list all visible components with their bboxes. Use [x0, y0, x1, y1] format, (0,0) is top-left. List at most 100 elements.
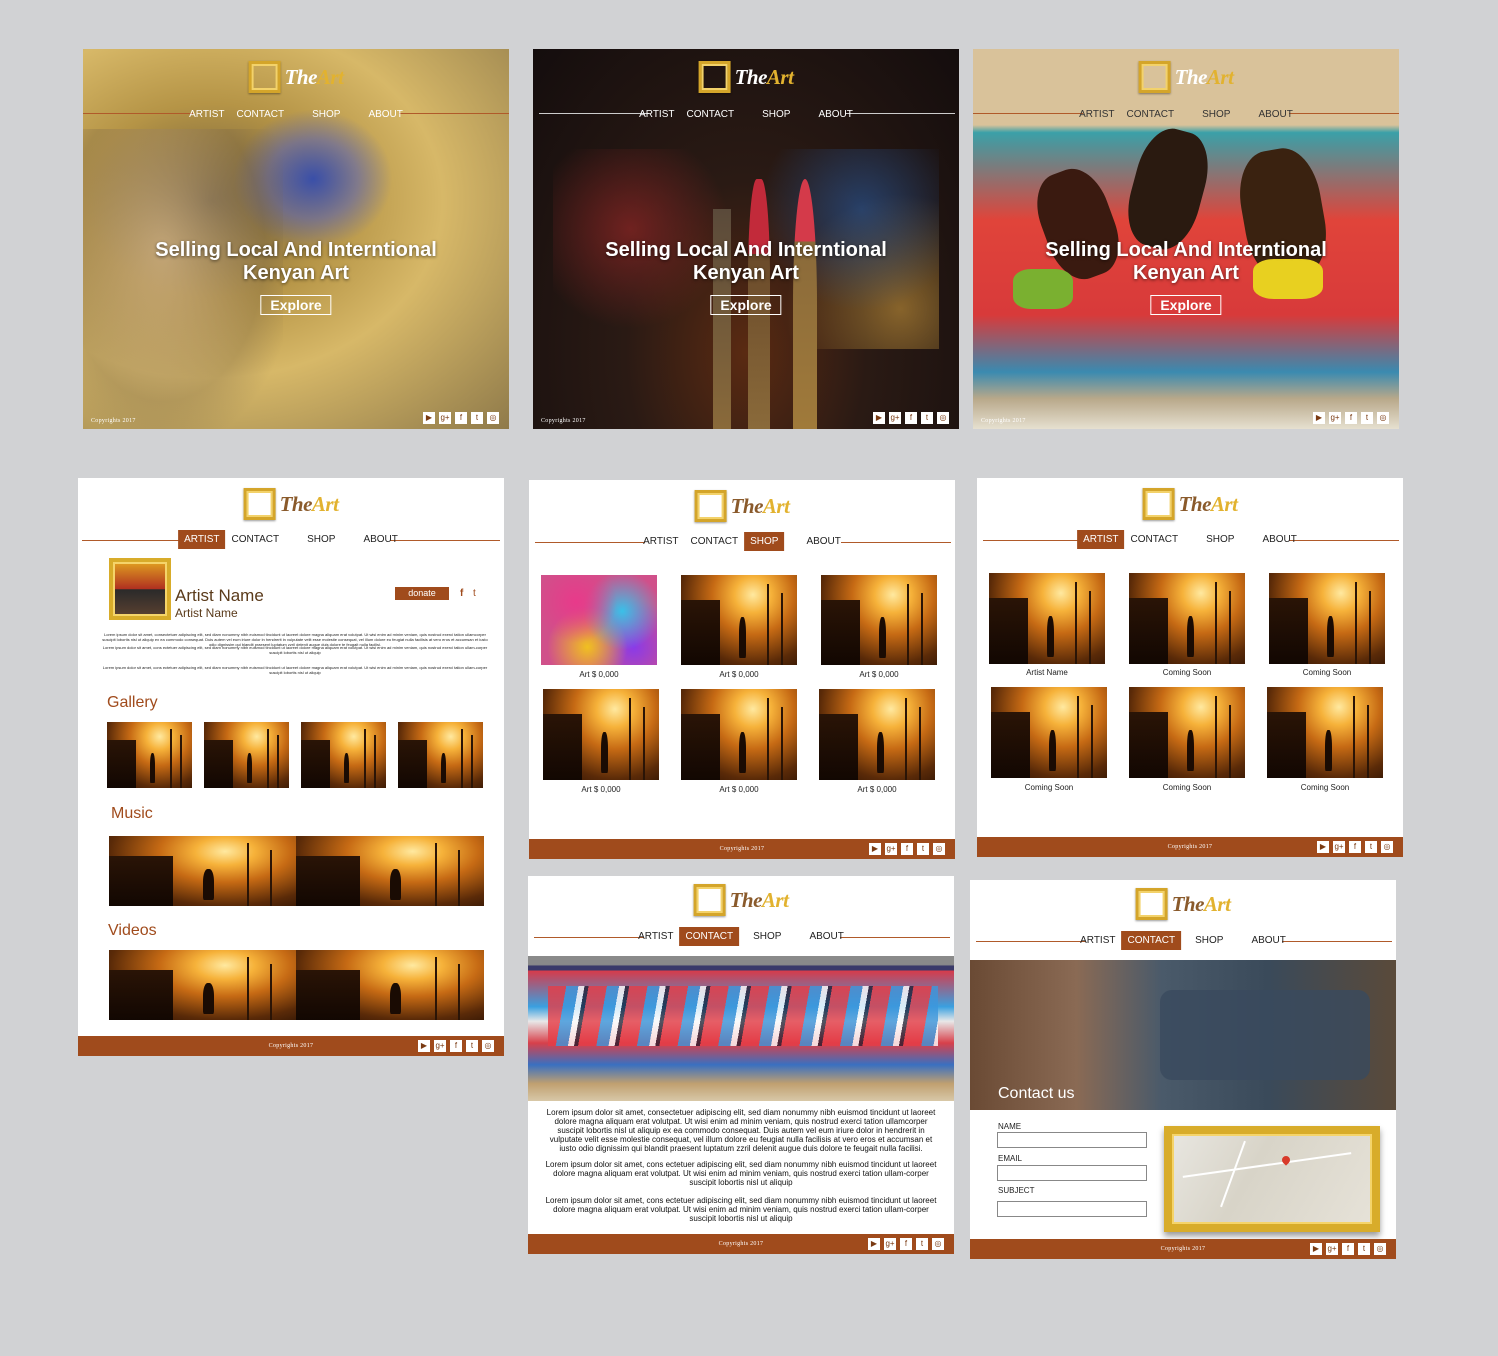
nav-artist[interactable]: ARTIST	[1077, 530, 1125, 549]
nav-about[interactable]: ABOUT	[1256, 530, 1302, 549]
google-plus-icon[interactable]: g+	[884, 1238, 896, 1250]
explore-button[interactable]: Explore	[260, 295, 332, 315]
youtube-icon[interactable]: ▶	[1317, 841, 1329, 853]
nav-contact[interactable]: CONTACT	[226, 530, 286, 549]
instagram-icon[interactable]: ◎	[1377, 412, 1389, 424]
product-image[interactable]	[681, 575, 797, 665]
twitter-icon[interactable]: t	[471, 412, 483, 424]
product-image[interactable]	[543, 689, 659, 780]
map-frame[interactable]	[1164, 1126, 1380, 1232]
gallery-image[interactable]	[398, 722, 483, 788]
logo[interactable]: TheArt	[693, 884, 789, 916]
twitter-icon[interactable]: t	[921, 412, 933, 424]
gallery-image[interactable]	[107, 722, 192, 788]
nav-about[interactable]: ABOUT	[812, 105, 858, 124]
logo[interactable]: TheArt	[694, 490, 790, 522]
name-field[interactable]	[997, 1132, 1147, 1148]
product-image-colorful[interactable]	[541, 575, 657, 665]
email-field[interactable]	[997, 1165, 1147, 1181]
artist-thumb[interactable]	[1129, 687, 1245, 778]
nav-about[interactable]: ABOUT	[362, 105, 408, 124]
music-item[interactable]	[296, 836, 484, 906]
nav-shop[interactable]: SHOP	[744, 532, 785, 551]
youtube-icon[interactable]: ▶	[1313, 412, 1325, 424]
gallery-image[interactable]	[301, 722, 386, 788]
google-plus-icon[interactable]: g+	[439, 412, 451, 424]
nav-contact[interactable]: CONTACT	[685, 532, 745, 551]
instagram-icon[interactable]: ◎	[1381, 841, 1393, 853]
google-plus-icon[interactable]: g+	[1333, 841, 1345, 853]
nav-artist[interactable]: ARTIST	[632, 927, 679, 946]
twitter-icon[interactable]: t	[1358, 1243, 1370, 1255]
explore-button[interactable]: Explore	[1150, 295, 1222, 315]
instagram-icon[interactable]: ◎	[482, 1040, 494, 1052]
facebook-icon[interactable]: f	[1349, 841, 1361, 853]
gallery-image[interactable]	[204, 722, 289, 788]
twitter-icon[interactable]: t	[1361, 412, 1373, 424]
nav-contact[interactable]: CONTACT	[679, 927, 740, 946]
logo[interactable]: TheArt	[243, 488, 339, 520]
instagram-icon[interactable]: ◎	[487, 412, 499, 424]
facebook-icon[interactable]: f	[455, 412, 467, 424]
nav-artist[interactable]: ARTIST	[1073, 105, 1120, 124]
nav-about[interactable]: ABOUT	[357, 530, 403, 549]
nav-shop[interactable]: SHOP	[747, 927, 787, 946]
logo[interactable]: TheArt	[1138, 61, 1234, 93]
nav-shop[interactable]: SHOP	[301, 530, 341, 549]
nav-shop[interactable]: SHOP	[1200, 530, 1240, 549]
artist-thumb[interactable]	[991, 687, 1107, 778]
facebook-icon[interactable]: f	[1342, 1243, 1354, 1255]
twitter-icon[interactable]: t	[473, 588, 476, 599]
instagram-icon[interactable]: ◎	[1374, 1243, 1386, 1255]
facebook-icon[interactable]: f	[901, 843, 913, 855]
artist-thumb[interactable]	[989, 573, 1105, 664]
music-item[interactable]	[109, 836, 296, 906]
artist-thumb[interactable]	[1129, 573, 1245, 664]
nav-shop[interactable]: SHOP	[756, 105, 796, 124]
nav-about[interactable]: ABOUT	[803, 927, 849, 946]
facebook-icon[interactable]: f	[450, 1040, 462, 1052]
instagram-icon[interactable]: ◎	[937, 412, 949, 424]
logo[interactable]: TheArt	[248, 61, 344, 93]
google-plus-icon[interactable]: g+	[1329, 412, 1341, 424]
nav-about[interactable]: ABOUT	[800, 532, 846, 551]
nav-contact[interactable]: CONTACT	[1125, 530, 1185, 549]
nav-artist[interactable]: ARTIST	[637, 532, 684, 551]
subject-field[interactable]	[997, 1201, 1147, 1217]
youtube-icon[interactable]: ▶	[418, 1040, 430, 1052]
youtube-icon[interactable]: ▶	[423, 412, 435, 424]
nav-about[interactable]: ABOUT	[1245, 931, 1291, 950]
youtube-icon[interactable]: ▶	[873, 412, 885, 424]
twitter-icon[interactable]: t	[466, 1040, 478, 1052]
explore-button[interactable]: Explore	[710, 295, 782, 315]
instagram-icon[interactable]: ◎	[932, 1238, 944, 1250]
artist-thumb[interactable]	[1267, 687, 1383, 778]
video-item[interactable]	[296, 950, 484, 1020]
nav-artist[interactable]: ARTIST	[183, 105, 230, 124]
donate-button[interactable]: donate	[395, 587, 449, 600]
video-item[interactable]	[109, 950, 296, 1020]
google-plus-icon[interactable]: g+	[885, 843, 897, 855]
youtube-icon[interactable]: ▶	[1310, 1243, 1322, 1255]
nav-contact[interactable]: CONTACT	[231, 105, 291, 124]
nav-shop[interactable]: SHOP	[1196, 105, 1236, 124]
nav-contact[interactable]: CONTACT	[1121, 931, 1182, 950]
logo[interactable]: TheArt	[1142, 488, 1238, 520]
facebook-icon[interactable]: f	[905, 412, 917, 424]
youtube-icon[interactable]: ▶	[868, 1238, 880, 1250]
nav-about[interactable]: ABOUT	[1252, 105, 1298, 124]
logo[interactable]: TheArt	[698, 61, 794, 93]
nav-contact[interactable]: CONTACT	[681, 105, 741, 124]
artist-thumb[interactable]	[1269, 573, 1385, 664]
product-image[interactable]	[681, 689, 797, 780]
nav-artist[interactable]: ARTIST	[633, 105, 680, 124]
twitter-icon[interactable]: t	[1365, 841, 1377, 853]
instagram-icon[interactable]: ◎	[933, 843, 945, 855]
product-image[interactable]	[819, 689, 935, 780]
logo[interactable]: TheArt	[1135, 888, 1231, 920]
google-plus-icon[interactable]: g+	[434, 1040, 446, 1052]
twitter-icon[interactable]: t	[917, 843, 929, 855]
twitter-icon[interactable]: t	[916, 1238, 928, 1250]
google-plus-icon[interactable]: g+	[1326, 1243, 1338, 1255]
facebook-icon[interactable]: f	[900, 1238, 912, 1250]
